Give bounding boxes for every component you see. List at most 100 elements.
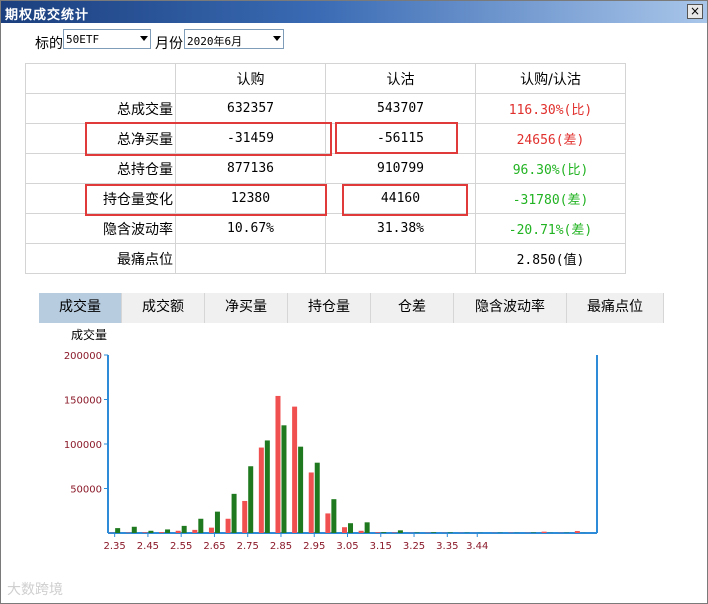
- row-label: 总净买量: [25, 123, 176, 154]
- put-volume-bar: [264, 440, 270, 533]
- table-row: 总成交量 632357 543707 116.30%(比): [25, 93, 626, 124]
- call-value: -31459: [175, 123, 326, 154]
- row-label: 持仓量变化: [25, 183, 176, 214]
- call-value: [175, 243, 326, 274]
- tab-max-pain[interactable]: 最痛点位: [567, 293, 664, 323]
- tab-oi-change[interactable]: 仓差: [371, 293, 454, 323]
- ratio-value: 116.30%(比): [475, 93, 626, 124]
- call-volume-bar: [175, 530, 181, 533]
- ratio-value: -31780(差): [475, 183, 626, 214]
- put-volume-bar: [131, 526, 137, 533]
- call-value: 877136: [175, 153, 326, 184]
- put-volume-bar: [397, 530, 403, 533]
- table-row: 总净买量 -31459 -56115 24656(差): [25, 123, 626, 154]
- stats-table: 认购 认沽 认购/认沽 总成交量 632357 543707 116.30%(比) 总净买量 -…: [25, 63, 626, 274]
- x-tick-label: 2.85: [270, 541, 292, 552]
- x-tick-label: 2.55: [170, 541, 192, 552]
- call-volume-bar: [308, 472, 314, 533]
- y-tick-label: 200000: [64, 351, 102, 362]
- put-volume-bar: [148, 530, 154, 533]
- call-volume-bar: [242, 500, 248, 533]
- call-volume-bar: [292, 406, 298, 533]
- ratio-value: 2.850(值): [475, 243, 626, 274]
- call-volume-bar: [208, 527, 214, 533]
- table-row: 隐含波动率 10.67% 31.38% -20.71%(差): [25, 213, 626, 244]
- put-volume-bar: [431, 532, 437, 533]
- close-button[interactable]: ×: [687, 4, 703, 19]
- call-volume-bar: [358, 530, 364, 533]
- watermark: 大数跨境: [7, 582, 63, 598]
- chevron-down-icon: [273, 36, 281, 41]
- call-volume-bar: [325, 513, 331, 533]
- put-volume-bar: [181, 525, 187, 533]
- volume-bar-chart: 成交量 50000 100000 150000 200000 2.35 2.45 2.55 2.…: [64, 327, 598, 552]
- put-volume-bar: [447, 532, 453, 533]
- y-tick-label: 100000: [64, 440, 102, 451]
- call-volume-bar: [142, 532, 148, 533]
- ratio-value: 96.30%(比): [475, 153, 626, 184]
- row-label: 总持仓量: [25, 153, 176, 184]
- put-volume-bar: [115, 528, 121, 533]
- x-tick-label: 2.65: [203, 541, 225, 552]
- options-volume-window: 期权成交统计 × 标的 50ETF 月份 2020年6月 认购 认沽 认购/认沽 总成…: [0, 0, 708, 604]
- row-label: 隐含波动率: [25, 213, 176, 244]
- ratio-value: -20.71%(差): [475, 213, 626, 244]
- column-header: 认沽: [325, 63, 476, 94]
- call-volume-bar: [192, 529, 198, 533]
- x-tick-label: 3.35: [436, 541, 458, 552]
- put-volume-bar: [331, 499, 337, 533]
- put-value: 44160: [325, 183, 476, 214]
- call-volume-bar: [541, 531, 547, 533]
- put-volume-bar: [281, 425, 287, 533]
- table-header-row: 认购 认沽 认购/认沽: [25, 63, 626, 94]
- x-tick-label: 2.35: [104, 541, 126, 552]
- call-volume-bar: [574, 531, 580, 533]
- tab-implied-volatility[interactable]: 隐含波动率: [454, 293, 567, 323]
- call-volume-bar: [258, 447, 264, 533]
- call-value: 10.67%: [175, 213, 326, 244]
- table-row: 总持仓量 877136 910799 96.30%(比): [25, 153, 626, 184]
- call-value: 632357: [175, 93, 326, 124]
- column-header: 认购/认沽: [475, 63, 626, 94]
- put-value: 31.38%: [325, 213, 476, 244]
- x-tick-label: 3.15: [370, 541, 392, 552]
- underlying-select[interactable]: 50ETF: [63, 29, 151, 49]
- put-volume-bar: [314, 462, 320, 533]
- put-volume-bar: [231, 493, 237, 533]
- tab-turnover[interactable]: 成交额: [122, 293, 205, 323]
- column-header: 认购: [175, 63, 326, 94]
- x-tick-label: 3.25: [403, 541, 425, 552]
- y-tick-label: 150000: [64, 396, 102, 407]
- put-value: -56115: [325, 123, 476, 154]
- tab-open-interest[interactable]: 持仓量: [288, 293, 371, 323]
- put-volume-bar: [364, 522, 370, 533]
- put-volume-bar: [214, 511, 220, 533]
- put-volume-bar: [165, 529, 171, 533]
- tab-net-buy[interactable]: 净买量: [205, 293, 288, 323]
- column-header: [25, 63, 176, 94]
- put-volume-bar: [381, 532, 387, 533]
- x-tick-label: 2.45: [137, 541, 159, 552]
- put-volume-bar: [348, 523, 354, 533]
- window-title: 期权成交统计: [5, 8, 90, 23]
- y-tick-label: 50000: [70, 485, 102, 496]
- put-value: 910799: [325, 153, 476, 184]
- tab-volume[interactable]: 成交量: [39, 293, 122, 323]
- month-select[interactable]: 2020年6月: [184, 29, 284, 49]
- call-volume-bar: [225, 518, 231, 533]
- x-tick-label: 2.75: [237, 541, 259, 552]
- chevron-down-icon: [140, 36, 148, 41]
- put-value: 543707: [325, 93, 476, 124]
- put-volume-bar: [298, 446, 304, 533]
- call-volume-bar: [375, 532, 381, 533]
- put-value: [325, 243, 476, 274]
- chart-tab-bar: 成交量 成交额 净买量 持仓量 仓差 隐含波动率 最痛点位: [39, 293, 664, 323]
- underlying-select-value: 50ETF: [66, 33, 100, 46]
- row-label: 最痛点位: [25, 243, 176, 274]
- put-volume-bar: [248, 466, 254, 533]
- month-select-value: 2020年6月: [187, 35, 243, 48]
- put-volume-bar: [198, 518, 204, 533]
- x-tick-label: 2.95: [303, 541, 325, 552]
- title-bar[interactable]: 期权成交统计 ×: [1, 1, 707, 23]
- call-volume-bar: [342, 527, 348, 533]
